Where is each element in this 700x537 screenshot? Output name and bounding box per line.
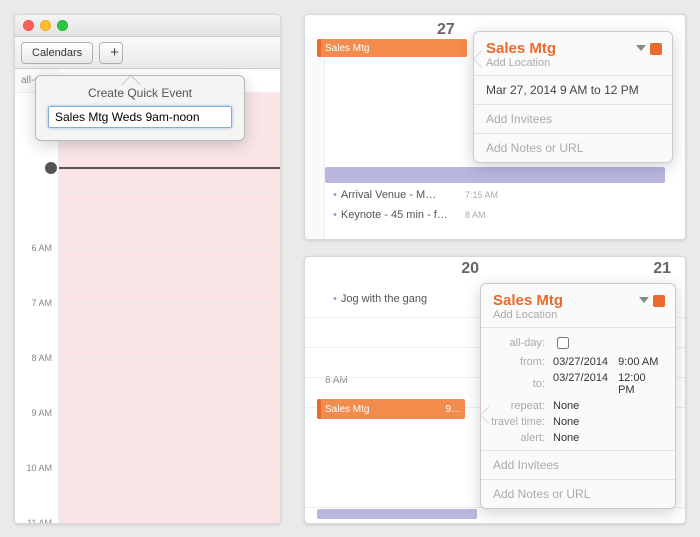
event-title[interactable]: Sales Mtg bbox=[486, 40, 556, 57]
to-label: to: bbox=[481, 378, 553, 390]
calendars-button-label: Calendars bbox=[32, 47, 82, 59]
event-pill-label: Sales Mtg bbox=[325, 43, 369, 54]
window-titlebar bbox=[15, 15, 280, 37]
date-header: 20 bbox=[461, 260, 479, 278]
event-pill-sales[interactable]: Sales Mtg 9… bbox=[317, 399, 465, 419]
date-header: 27 bbox=[437, 17, 455, 39]
now-indicator-icon bbox=[45, 162, 57, 174]
allday-checkbox[interactable] bbox=[557, 337, 569, 349]
hour-label: 8 AM bbox=[31, 353, 52, 363]
event-pill-sales[interactable]: Sales Mtg bbox=[317, 39, 467, 57]
alert-label: alert: bbox=[481, 432, 553, 444]
quick-event-input[interactable] bbox=[48, 106, 232, 128]
allday-event-bar[interactable] bbox=[317, 509, 477, 519]
expand-toggle[interactable] bbox=[639, 293, 665, 308]
calendar-main-window: Calendars + all-day 6 AM 7 AM 8 AM 9 AM … bbox=[14, 14, 281, 524]
stage: Calendars + all-day 6 AM 7 AM 8 AM 9 AM … bbox=[0, 0, 700, 537]
add-location-field[interactable]: Add Location bbox=[481, 309, 675, 327]
toolbar: Calendars + bbox=[15, 37, 280, 69]
hour-label: 11 AM bbox=[27, 518, 52, 523]
allday-event-bar[interactable] bbox=[325, 167, 665, 183]
event-details-form: all-day: from: 03/27/2014 9:00 AM to: 03… bbox=[481, 328, 675, 450]
hour-label: 7 AM bbox=[31, 298, 52, 308]
expand-toggle[interactable] bbox=[636, 41, 662, 56]
event-popover-summary: Sales Mtg Add Location Mar 27, 2014 9 AM… bbox=[473, 31, 673, 163]
hour-label: 9 AM bbox=[31, 408, 52, 418]
add-notes-field[interactable]: Add Notes or URL bbox=[474, 134, 672, 162]
day-gutter bbox=[305, 37, 325, 239]
calendars-button[interactable]: Calendars bbox=[21, 42, 93, 64]
repeat-label: repeat: bbox=[481, 400, 553, 412]
quick-event-title: Create Quick Event bbox=[48, 86, 232, 100]
busy-overlay bbox=[59, 93, 280, 523]
close-icon[interactable] bbox=[23, 20, 34, 31]
popover-arrow-icon bbox=[472, 406, 490, 424]
event-summary-window: 27 Sales Mtg Arrival Venue - M… 7:15 AM … bbox=[304, 14, 686, 240]
travel-time-field[interactable]: None bbox=[553, 416, 663, 428]
list-item[interactable]: Keynote - 45 min - f… bbox=[333, 209, 459, 221]
list-item-time: 7:15 AM bbox=[465, 190, 498, 200]
from-label: from: bbox=[481, 356, 553, 368]
popover-arrow-icon bbox=[465, 50, 483, 68]
hour-gutter: 6 AM 7 AM 8 AM 9 AM 10 AM 11 AM bbox=[15, 93, 59, 523]
quick-event-popover: Create Quick Event bbox=[35, 75, 245, 141]
event-title[interactable]: Sales Mtg bbox=[493, 292, 563, 309]
repeat-field[interactable]: None bbox=[553, 400, 663, 412]
chevron-down-icon bbox=[639, 297, 649, 308]
add-event-button[interactable]: + bbox=[99, 42, 123, 64]
hour-label: 10 AM bbox=[26, 463, 52, 473]
event-details-window: 20 21 Jog with the gang 8 AM 9 AM Sales … bbox=[304, 256, 686, 524]
day-column[interactable] bbox=[59, 93, 280, 523]
chevron-down-icon bbox=[636, 45, 646, 56]
zoom-icon[interactable] bbox=[57, 20, 68, 31]
calendar-color-icon bbox=[653, 295, 665, 307]
hour-grid: 6 AM 7 AM 8 AM 9 AM 10 AM 11 AM bbox=[15, 93, 280, 523]
list-item[interactable]: Arrival Venue - M… bbox=[333, 189, 459, 201]
event-pill-label: Sales Mtg bbox=[325, 404, 369, 415]
now-line bbox=[59, 167, 280, 169]
travel-time-label: travel time: bbox=[481, 416, 553, 428]
from-date-field[interactable]: 03/27/2014 bbox=[553, 356, 608, 368]
alert-field[interactable]: None bbox=[553, 432, 663, 444]
event-popover-detailed: Sales Mtg Add Location all-day: from: 03… bbox=[480, 283, 676, 509]
from-time-field[interactable]: 9:00 AM bbox=[618, 356, 658, 368]
add-location-field[interactable]: Add Location bbox=[474, 57, 672, 75]
add-notes-field[interactable]: Add Notes or URL bbox=[481, 480, 675, 508]
event-date-line[interactable]: Mar 27, 2014 9 AM to 12 PM bbox=[474, 76, 672, 104]
list-item[interactable]: Jog with the gang bbox=[333, 293, 427, 305]
list-item-time: 8 AM bbox=[465, 210, 486, 220]
add-invitees-field[interactable]: Add Invitees bbox=[481, 451, 675, 479]
to-time-field[interactable]: 12:00 PM bbox=[618, 372, 663, 396]
minimize-icon[interactable] bbox=[40, 20, 51, 31]
hour-label: 6 AM bbox=[31, 243, 52, 253]
plus-icon: + bbox=[110, 45, 119, 60]
date-header: 21 bbox=[653, 260, 671, 278]
event-pill-time: 9… bbox=[445, 404, 461, 415]
add-invitees-field[interactable]: Add Invitees bbox=[474, 105, 672, 133]
calendar-color-icon bbox=[650, 43, 662, 55]
to-date-field[interactable]: 03/27/2014 bbox=[553, 372, 608, 396]
allday-label: all-day: bbox=[481, 337, 553, 349]
